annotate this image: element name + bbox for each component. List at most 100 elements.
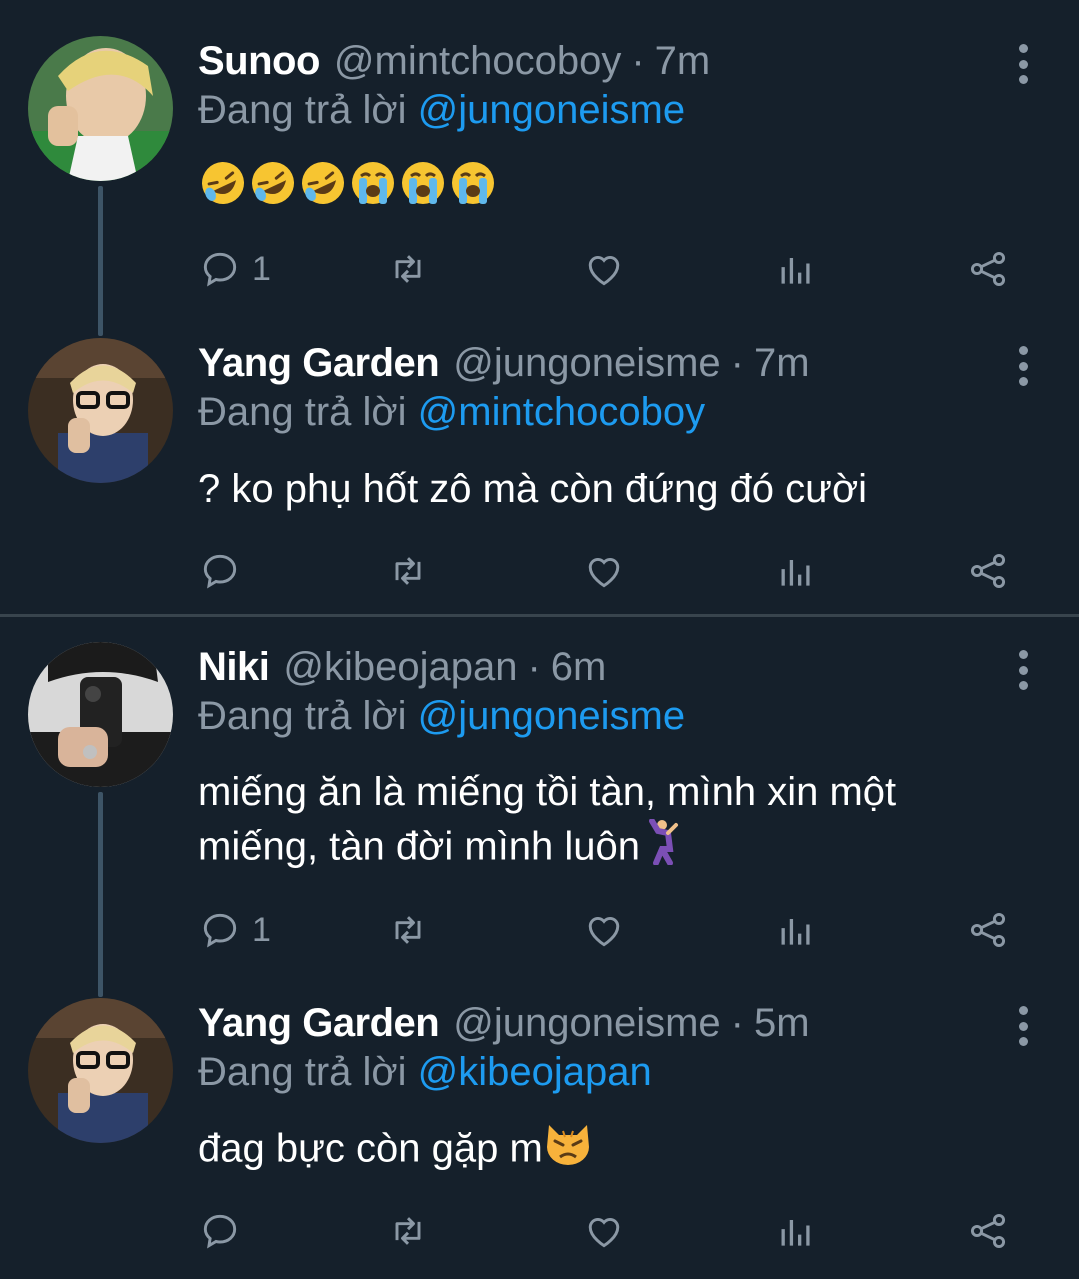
reply-button[interactable] bbox=[198, 546, 252, 596]
separator-dot: · bbox=[730, 340, 744, 385]
analytics-icon bbox=[781, 919, 810, 945]
tweet-header: Sunoo @mintchocoboy · 7m bbox=[198, 36, 710, 86]
pouting-cat-emoji-icon bbox=[543, 1121, 593, 1181]
timestamp[interactable]: 7m bbox=[655, 39, 711, 84]
reply-icon bbox=[203, 252, 237, 287]
retweet-button[interactable] bbox=[386, 244, 430, 294]
reply-context: Đang trả lời @mintchocoboy bbox=[198, 390, 705, 435]
retweet-icon bbox=[395, 557, 421, 585]
loudly-crying-emoji-icon bbox=[448, 158, 498, 222]
retweet-button[interactable] bbox=[386, 905, 430, 955]
display-name[interactable]: Yang Garden bbox=[198, 341, 440, 386]
avatar[interactable] bbox=[28, 998, 173, 1143]
retweet-icon bbox=[395, 255, 421, 283]
share-button[interactable] bbox=[966, 244, 1010, 294]
display-name[interactable]: Sunoo bbox=[198, 39, 320, 84]
analytics-icon bbox=[781, 1220, 810, 1246]
reply-context: Đang trả lời @kibeojapan bbox=[198, 1050, 652, 1095]
tweet-actions: 1 bbox=[198, 905, 1028, 955]
like-button[interactable] bbox=[582, 1206, 626, 1256]
reply-icon bbox=[203, 554, 237, 589]
user-handle[interactable]: @jungoneisme bbox=[453, 1001, 720, 1046]
separator-dot: · bbox=[527, 644, 541, 689]
more-options-icon[interactable] bbox=[1013, 1006, 1033, 1046]
tweet-text: đag bực còn gặp m bbox=[198, 1121, 1018, 1181]
like-button[interactable] bbox=[582, 244, 626, 294]
user-handle[interactable]: @kibeojapan bbox=[283, 645, 517, 690]
tweet-header: Niki @kibeojapan · 6m bbox=[198, 642, 606, 692]
retweet-icon bbox=[395, 1217, 421, 1245]
heart-icon bbox=[588, 255, 620, 286]
thread-line bbox=[98, 186, 103, 336]
reply-mention-link[interactable]: @mintchocoboy bbox=[418, 390, 705, 434]
like-button[interactable] bbox=[582, 905, 626, 955]
tweet-text: ? ko phụ hốt zô mà còn đứng đó cười bbox=[198, 462, 1018, 516]
reply-context: Đang trả lời @jungoneisme bbox=[198, 694, 685, 739]
loudly-crying-emoji-icon bbox=[348, 158, 398, 222]
user-handle[interactable]: @mintchocoboy bbox=[334, 39, 621, 84]
share-icon bbox=[970, 251, 1006, 287]
display-name[interactable]: Yang Garden bbox=[198, 1001, 440, 1046]
reply-button[interactable]: 1 bbox=[198, 244, 271, 294]
reply-mention-link[interactable]: @kibeojapan bbox=[418, 1050, 652, 1094]
share-button[interactable] bbox=[966, 546, 1010, 596]
heart-icon bbox=[588, 1217, 620, 1248]
separator-dot: · bbox=[631, 38, 645, 83]
tweet-header: Yang Garden @jungoneisme · 7m bbox=[198, 338, 810, 388]
share-button[interactable] bbox=[966, 905, 1010, 955]
reply-button[interactable] bbox=[198, 1206, 252, 1256]
tweet-actions: 1 bbox=[198, 244, 1028, 294]
man-dancing-emoji-icon bbox=[640, 818, 680, 879]
avatar[interactable] bbox=[28, 36, 173, 181]
reply-mention-link[interactable]: @jungoneisme bbox=[418, 88, 685, 132]
reply-icon bbox=[203, 1214, 237, 1249]
avatar[interactable] bbox=[28, 338, 173, 483]
heart-icon bbox=[588, 557, 620, 588]
analytics-icon bbox=[781, 258, 810, 284]
timestamp[interactable]: 7m bbox=[754, 341, 810, 386]
tweet-text-content: miếng ăn là miếng tồi tàn, mình xin một … bbox=[198, 770, 897, 869]
share-icon bbox=[970, 912, 1006, 948]
tweet-text bbox=[198, 158, 1018, 222]
tweet-header: Yang Garden @jungoneisme · 5m bbox=[198, 998, 810, 1048]
reply-button[interactable]: 1 bbox=[198, 905, 271, 955]
tweet-actions bbox=[198, 1206, 1028, 1256]
tweet-text-content: đag bực còn gặp m bbox=[198, 1126, 543, 1171]
display-name[interactable]: Niki bbox=[198, 645, 270, 690]
reply-count: 1 bbox=[252, 910, 271, 949]
analytics-icon bbox=[781, 560, 810, 586]
thread-line bbox=[98, 792, 103, 997]
analytics-button[interactable] bbox=[774, 546, 818, 596]
analytics-button[interactable] bbox=[774, 905, 818, 955]
more-options-icon[interactable] bbox=[1013, 650, 1033, 690]
tweet-text: miếng ăn là miếng tồi tàn, mình xin một … bbox=[198, 765, 1018, 879]
tweet-actions bbox=[198, 546, 1028, 596]
more-options-icon[interactable] bbox=[1013, 44, 1033, 84]
loudly-crying-emoji-icon bbox=[398, 158, 448, 222]
avatar[interactable] bbox=[28, 642, 173, 787]
share-icon bbox=[970, 1213, 1006, 1249]
more-options-icon[interactable] bbox=[1013, 346, 1033, 386]
thread-divider bbox=[0, 614, 1079, 617]
timestamp[interactable]: 5m bbox=[754, 1001, 810, 1046]
analytics-button[interactable] bbox=[774, 1206, 818, 1256]
reply-count: 1 bbox=[252, 249, 271, 288]
timestamp[interactable]: 6m bbox=[551, 645, 607, 690]
share-icon bbox=[970, 553, 1006, 589]
separator-dot: · bbox=[730, 1000, 744, 1045]
reply-mention-link[interactable]: @jungoneisme bbox=[418, 694, 685, 738]
rolling-on-floor-laughing-emoji-icon bbox=[248, 158, 298, 222]
reply-prefix: Đang trả lời bbox=[198, 694, 407, 738]
share-button[interactable] bbox=[966, 1206, 1010, 1256]
reply-prefix: Đang trả lời bbox=[198, 88, 407, 132]
reply-prefix: Đang trả lời bbox=[198, 1050, 407, 1094]
reply-prefix: Đang trả lời bbox=[198, 390, 407, 434]
retweet-button[interactable] bbox=[386, 546, 430, 596]
analytics-button[interactable] bbox=[774, 244, 818, 294]
like-button[interactable] bbox=[582, 546, 626, 596]
reply-context: Đang trả lời @jungoneisme bbox=[198, 88, 685, 133]
reply-icon bbox=[203, 913, 237, 948]
rolling-on-floor-laughing-emoji-icon bbox=[198, 158, 248, 222]
user-handle[interactable]: @jungoneisme bbox=[453, 341, 720, 386]
retweet-button[interactable] bbox=[386, 1206, 430, 1256]
